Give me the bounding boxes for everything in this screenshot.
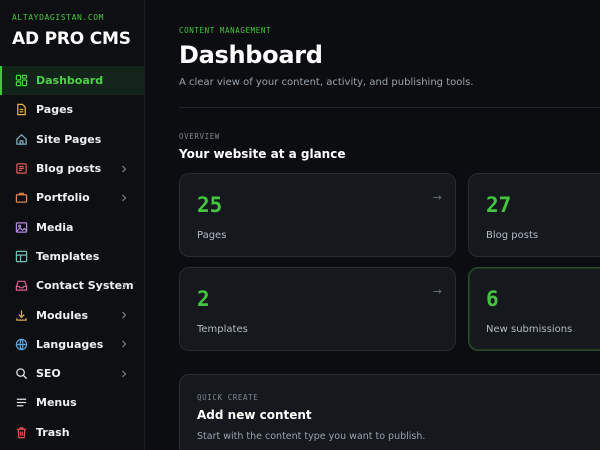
stat-label: New submissions [486, 324, 573, 335]
sidebar-item-trash[interactable]: Trash [0, 418, 144, 447]
sidebar-item-templates[interactable]: Templates [0, 242, 144, 271]
sidebar-item-media[interactable]: Media [0, 212, 144, 241]
sidebar-item-label: SEO [36, 367, 61, 381]
stat-card-pages[interactable]: 25 Pages → [179, 173, 456, 257]
sidebar-item-label: Pages [36, 103, 74, 117]
sidebar-item-label: Portfolio [36, 191, 90, 205]
sidebar-item-label: Site Pages [36, 132, 102, 146]
sidebar: ALTAYDAGISTAN.COM AD PRO CMS Dashboard P… [0, 0, 145, 450]
chevron-right-icon [122, 340, 127, 348]
sidebar-item-languages[interactable]: Languages [0, 330, 144, 359]
chevron-right-icon [122, 370, 127, 378]
stat-card-templates[interactable]: 2 Templates → [179, 267, 456, 351]
sidebar-nav: Dashboard Pages Site Pages Blog posts Po… [0, 66, 144, 447]
download-icon [15, 309, 28, 322]
sidebar-item-label: Blog posts [36, 162, 102, 176]
globe-icon [15, 338, 28, 351]
image-icon [15, 221, 28, 234]
stat-label: Blog posts [486, 230, 539, 241]
chevron-right-icon [122, 194, 127, 202]
sidebar-item-contact-system[interactable]: Contact System [0, 271, 144, 300]
newspaper-icon [15, 162, 28, 175]
page-title: Dashboard [179, 41, 323, 69]
sidebar-item-modules[interactable]: Modules [0, 300, 144, 329]
overview-eyebrow: OVERVIEW [179, 132, 220, 141]
sidebar-item-label: Trash [36, 425, 70, 439]
main-content: CONTENT MANAGEMENT Dashboard A clear vie… [145, 0, 600, 450]
home-icon [15, 133, 28, 146]
header-eyebrow: CONTENT MANAGEMENT [179, 26, 272, 35]
stat-value: 27 [486, 193, 512, 217]
chevron-right-icon [122, 165, 127, 172]
sidebar-item-menus[interactable]: Menus [0, 388, 144, 417]
overview-title: Your website at a glance [179, 147, 346, 161]
brand-title[interactable]: AD PRO CMS [12, 29, 131, 49]
trash-icon [15, 426, 28, 439]
chevron-right-icon [122, 282, 127, 290]
layout-icon [15, 250, 28, 263]
stat-value: 25 [197, 193, 223, 217]
sidebar-item-label: Contact System [36, 279, 134, 293]
sidebar-item-dashboard[interactable]: Dashboard [0, 66, 144, 96]
quick-create-panel: QUICK CREATE Add new content Start with … [179, 374, 600, 450]
sidebar-item-label: Modules [36, 308, 88, 322]
stat-value: 6 [486, 287, 499, 311]
briefcase-icon [15, 191, 28, 204]
chevron-right-icon [122, 311, 127, 319]
arrow-right-icon: → [432, 191, 442, 204]
sidebar-item-site-pages[interactable]: Site Pages [0, 125, 144, 154]
arrow-right-icon: → [432, 285, 442, 298]
stat-card-new-submissions[interactable]: 6 New submissions [468, 267, 600, 351]
stat-label: Templates [197, 324, 248, 335]
search-icon [15, 367, 28, 380]
sidebar-item-label: Languages [36, 337, 104, 351]
quick-create-title: Add new content [197, 408, 312, 422]
page-subtitle: A clear view of your content, activity, … [179, 77, 474, 88]
sidebar-item-pages[interactable]: Pages [0, 95, 144, 124]
stat-label: Pages [197, 230, 227, 241]
sidebar-item-label: Menus [36, 396, 77, 410]
quick-create-eyebrow: QUICK CREATE [197, 393, 259, 402]
stat-card-blog-posts[interactable]: 27 Blog posts [468, 173, 600, 257]
quick-create-subtitle: Start with the content type you want to … [197, 431, 426, 442]
sidebar-item-blog-posts[interactable]: Blog posts [0, 154, 144, 183]
sidebar-item-portfolio[interactable]: Portfolio [0, 183, 144, 212]
sidebar-item-label: Dashboard [36, 74, 104, 88]
file-icon [15, 103, 28, 116]
stat-value: 2 [197, 287, 210, 311]
sidebar-item-label: Media [36, 220, 74, 234]
menu-icon [15, 396, 28, 409]
dashboard-icon [15, 74, 28, 87]
header-divider [179, 107, 600, 108]
brand-domain: ALTAYDAGISTAN.COM [12, 13, 105, 22]
sidebar-item-label: Templates [36, 249, 100, 263]
sidebar-item-seo[interactable]: SEO [0, 359, 144, 388]
inbox-icon [15, 279, 28, 292]
